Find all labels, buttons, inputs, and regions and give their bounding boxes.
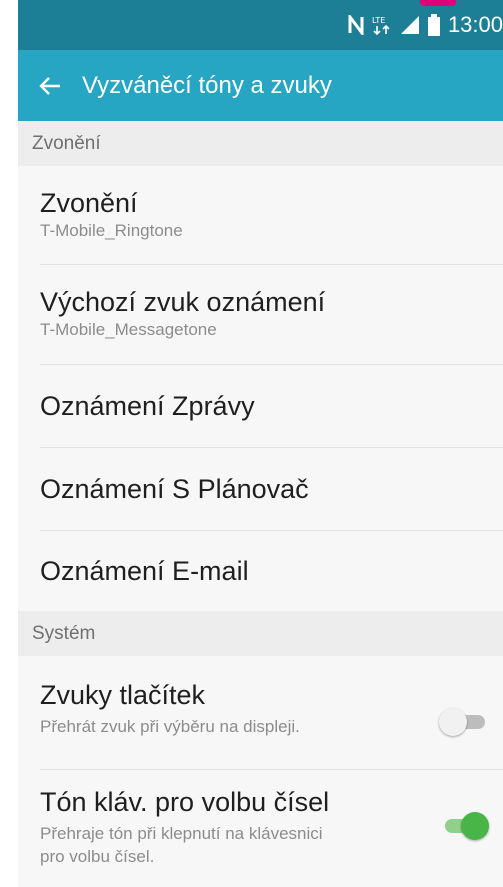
list-item-title: Oznámení E-mail (40, 556, 249, 586)
list-item-key-sounds[interactable]: Zvuky tlačítek Přehrát zvuk při výběru n… (18, 656, 503, 769)
arrow-back-icon (39, 76, 60, 95)
list-item-title: Oznámení S Plánovač (40, 474, 309, 504)
signal-icon (400, 15, 420, 35)
status-time: 13:00 (447, 12, 503, 37)
status-icons: LTE 13:00 (348, 10, 503, 40)
battery-icon (427, 14, 440, 36)
toggle-thumb (461, 812, 489, 840)
list-item-zvoneni[interactable]: Zvonění T-Mobile_Ringtone (18, 166, 503, 264)
list-item-subtitle-line-2: pro volbu čísel. (40, 847, 155, 866)
list-item-default-notification[interactable]: Výchozí zvuk oznámení T-Mobile_Messageto… (18, 265, 503, 364)
list-item-dialing-tone[interactable]: Tón kláv. pro volbu čísel Přehraje tón p… (18, 770, 503, 887)
section-header-zvoneni: Zvonění (18, 121, 503, 166)
list-item-title: Tón kláv. pro volbu čísel (40, 787, 330, 817)
key-sounds-toggle[interactable] (439, 708, 489, 736)
section-header-system: Systém (18, 611, 503, 656)
svg-text:LTE: LTE (372, 16, 385, 25)
list-item-subtitle-line-1: Přehraje tón při klepnutí na klávesnici (40, 824, 323, 843)
list-item-title: Výchozí zvuk oznámení (40, 287, 326, 317)
list-item-title: Zvonění (40, 188, 138, 218)
toggle-thumb (439, 708, 467, 736)
nfc-icon (348, 15, 364, 35)
list-item-title: Zvuky tlačítek (40, 680, 206, 710)
app-bar: Vyzváněcí tóny a zvuky (18, 50, 503, 121)
list-item-subtitle: Přehrát zvuk při výběru na displeji. (40, 717, 300, 736)
list-item-title: Oznámení Zprávy (40, 391, 255, 421)
dialing-tone-toggle[interactable] (439, 812, 489, 840)
list-item-email-notification[interactable]: Oznámení E-mail (18, 531, 503, 611)
lte-icon: LTE (372, 14, 392, 36)
notification-indicator (420, 0, 456, 6)
phone-screen: LTE 13:00 Vyzváněcí tóny a zvuky Zvonění… (18, 0, 503, 887)
list-item-splanner-notification[interactable]: Oznámení S Plánovač (18, 448, 503, 530)
list-item-subtitle: T-Mobile_Ringtone (40, 221, 183, 240)
list-item-subtitle: T-Mobile_Messagetone (40, 320, 217, 339)
list-item-message-notification[interactable]: Oznámení Zprávy (18, 365, 503, 447)
status-bar: LTE 13:00 (18, 0, 503, 50)
page-title: Vyzváněcí tóny a zvuky (82, 71, 332, 99)
back-button[interactable] (18, 50, 82, 121)
